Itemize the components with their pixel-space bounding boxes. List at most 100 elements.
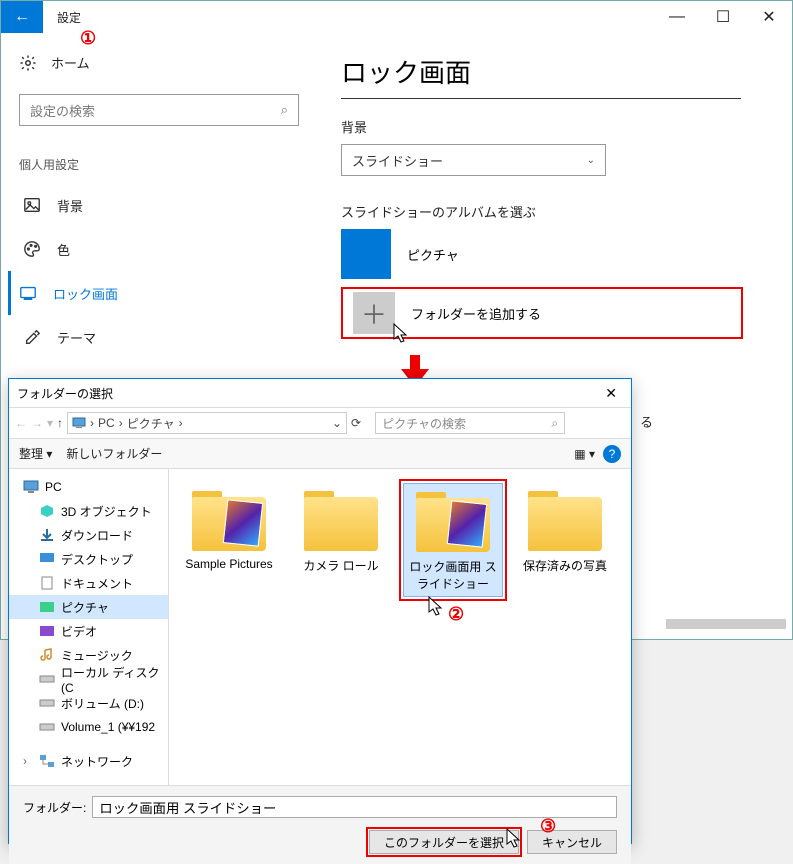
download-icon [39,528,55,542]
tree-pc[interactable]: PC [9,475,168,499]
nav-up-icon[interactable]: ↑ [57,416,63,430]
nav-label: 背景 [57,196,83,215]
album-label: スライドショーのアルバムを選ぶ [341,202,762,221]
nav-theme[interactable]: テーマ [19,315,313,359]
folder-lockscreen-slideshow[interactable]: ロック画面用 スライドショー [403,483,503,597]
dialog-command-bar: 整理 ▾ 新しいフォルダー ▦ ▾ ? [9,439,631,469]
folder-picker-dialog: フォルダーの選択 ✕ ← → ▾ ↑ › PC › ピクチャ › ⌄ ⟳ ピクチ… [8,378,632,844]
music-icon [39,648,55,662]
background-select[interactable]: スライドショー ⌄ [341,144,606,176]
cube-icon [39,504,55,518]
folder-grid: Sample Pictures カメラ ロール ロック画面用 スライドショー 保… [169,469,631,785]
breadcrumb-pc[interactable]: PC [98,416,115,430]
search-placeholder: 設定の検索 [30,101,95,120]
nav-label: 色 [57,240,70,259]
chevron-down-icon: ⌄ [587,155,595,166]
home-nav[interactable]: ホーム [19,53,313,72]
breadcrumb-pictures[interactable]: ピクチャ [127,415,175,432]
nav-color[interactable]: 色 [19,227,313,271]
home-label: ホーム [51,53,90,72]
close-button[interactable]: ✕ [746,1,792,33]
settings-search-input[interactable]: 設定の検索 ⌕ [19,94,299,126]
nav-background[interactable]: 背景 [19,183,313,227]
background-label: 背景 [341,117,762,136]
search-icon: ⌕ [281,102,288,118]
section-label: 個人用設定 [19,156,313,173]
album-name: ピクチャ [407,245,459,264]
search-placeholder: ピクチャの検索 [382,415,466,432]
breadcrumb-sep: › [119,416,123,430]
image-icon [23,196,41,214]
refresh-icon[interactable]: ⟳ [351,416,361,430]
folder-sample-pictures[interactable]: Sample Pictures [179,483,279,575]
maximize-button[interactable]: ☐ [700,1,746,33]
plus-icon: ＋ [353,292,395,334]
tree-documents[interactable]: ドキュメント [9,571,168,595]
back-arrow-icon: ← [14,8,30,26]
search-icon: ⌕ [551,416,558,431]
tree-3d[interactable]: 3D オブジェクト [9,499,168,523]
dialog-close-button[interactable]: ✕ [599,385,623,402]
back-button[interactable]: ← [1,1,43,33]
window-title: 設定 [57,9,81,26]
dialog-nav-toolbar: ← → ▾ ↑ › PC › ピクチャ › ⌄ ⟳ ピクチャの検索 ⌕ [9,407,631,439]
theme-icon [23,328,41,346]
tree-disk-d[interactable]: ボリューム (D:) [9,691,168,715]
chevron-down-icon[interactable]: ⌄ [332,416,342,430]
view-menu-icon[interactable]: ▦ ▾ [574,447,595,461]
folder-label: 保存済みの写真 [519,557,611,574]
folder-label: Sample Pictures [183,557,275,571]
network-drive-icon [39,720,55,734]
minimize-button[interactable]: — [654,1,700,33]
help-icon[interactable]: ? [603,445,621,463]
organize-menu[interactable]: 整理 ▾ [19,445,52,462]
tree-desktop[interactable]: デスクトップ [9,547,168,571]
clipped-text: る [640,412,653,431]
tree-pictures[interactable]: ピクチャ [9,595,168,619]
nav-forward-icon[interactable]: → [31,416,43,430]
address-bar[interactable]: › PC › ピクチャ › ⌄ [67,412,347,434]
tree-volume1[interactable]: Volume_1 (¥¥192 [9,715,168,739]
desktop-icon [39,552,55,566]
pc-icon [72,417,86,429]
titlebar: ← 設定 — ☐ ✕ [1,1,792,33]
video-icon [39,624,55,638]
annotation-2: ② [448,604,464,625]
nav-label: テーマ [57,328,96,347]
network-icon [39,754,55,768]
nav-recent-icon[interactable]: ▾ [47,416,53,430]
folder-name-input[interactable] [92,796,617,818]
add-folder-button[interactable]: ＋ フォルダーを追加する [341,287,743,339]
album-item-pictures[interactable]: ピクチャ [341,229,762,279]
dialog-bottom: フォルダー: このフォルダーを選択 キャンセル [9,785,631,864]
tree-network[interactable]: ›ネットワーク [9,749,168,773]
gear-icon [19,54,37,72]
document-icon [39,576,55,590]
new-folder-button[interactable]: 新しいフォルダー [66,445,162,462]
add-folder-label: フォルダーを追加する [411,304,541,323]
tree-videos[interactable]: ビデオ [9,619,168,643]
album-thumb [341,229,391,279]
annotation-1: ① [80,28,96,49]
dialog-search-input[interactable]: ピクチャの検索 ⌕ [375,412,565,434]
pc-icon [23,480,39,494]
palette-icon [23,240,41,258]
tree-disk-c[interactable]: ローカル ディスク (C [9,667,168,691]
nav-back-icon[interactable]: ← [15,416,27,430]
folder-saved-photos[interactable]: 保存済みの写真 [515,483,615,578]
folder-camera-roll[interactable]: カメラ ロール [291,483,391,578]
dialog-titlebar: フォルダーの選択 ✕ [9,379,631,407]
annotation-3: ③ [540,816,556,837]
tree-downloads[interactable]: ダウンロード [9,523,168,547]
breadcrumb-sep: › [179,416,183,430]
nav-label: ロック画面 [53,284,118,303]
select-folder-button[interactable]: このフォルダーを選択 [369,830,519,854]
lock-icon [19,284,37,302]
scrollbar[interactable] [666,619,786,629]
drive-icon [39,696,55,710]
folder-field-label: フォルダー: [23,799,86,816]
nav-lockscreen[interactable]: ロック画面 [8,271,313,315]
folder-label: ロック画面用 スライドショー [408,558,498,592]
drive-icon [39,672,55,686]
pictures-icon [39,600,55,614]
